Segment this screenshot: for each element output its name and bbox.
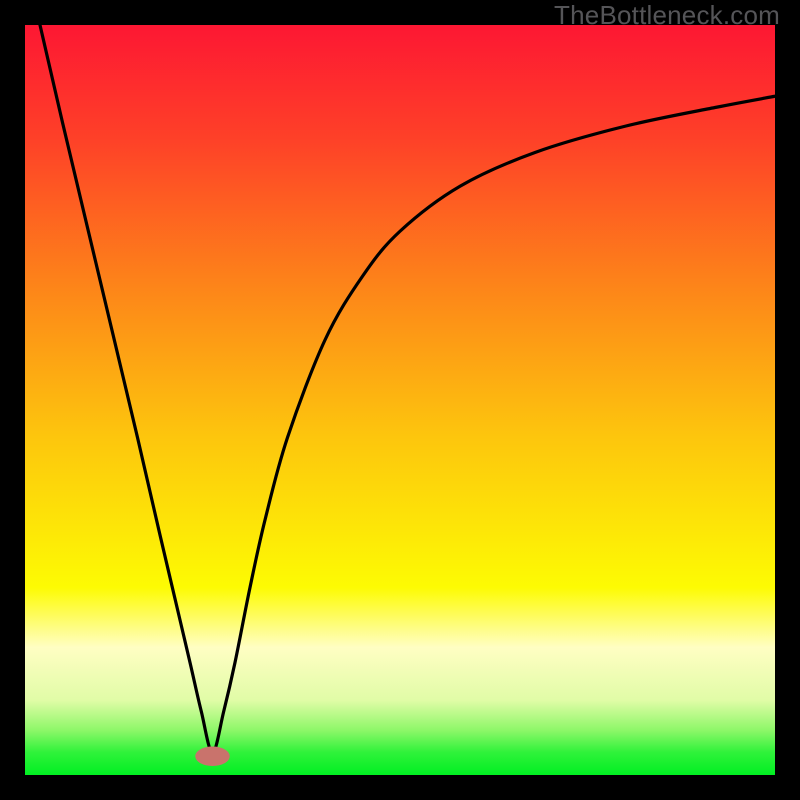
plot-area: [25, 25, 775, 775]
chart-svg: [25, 25, 775, 775]
chart-frame: TheBottleneck.com: [0, 0, 800, 800]
optimum-marker: [195, 747, 230, 767]
watermark-text: TheBottleneck.com: [554, 0, 780, 31]
background-gradient: [25, 25, 775, 775]
